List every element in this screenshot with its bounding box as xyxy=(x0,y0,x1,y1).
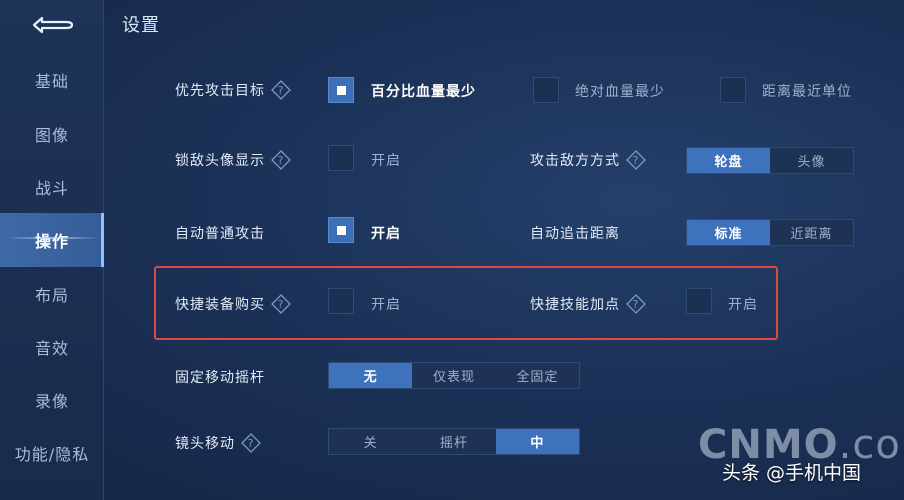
quick-buy-checkbox[interactable] xyxy=(328,288,354,314)
sidebar-item-image[interactable]: 图像 xyxy=(0,107,104,161)
sidebar-item-combat[interactable]: 战斗 xyxy=(0,160,104,214)
help-icon[interactable]: ? xyxy=(626,294,646,314)
quick-skill-checkbox[interactable] xyxy=(686,288,712,314)
fixed-joystick-text: 固定移动摇杆 xyxy=(175,370,265,386)
auto-chase-text: 自动追击距离 xyxy=(530,226,620,242)
quick-buy-option: 开启 xyxy=(371,297,401,313)
svg-text:?: ? xyxy=(248,437,255,450)
camera-move-mid-option[interactable]: 中 xyxy=(495,429,579,454)
attack-mode-label: 攻击敌方方式 ? xyxy=(530,150,646,170)
auto-chase-close-option[interactable]: 近距离 xyxy=(770,220,853,245)
page-title: 设置 xyxy=(122,15,160,36)
fixed-joystick-label: 固定移动摇杆 xyxy=(175,367,265,387)
auto-chase-segmented: 标准 近距离 xyxy=(686,219,854,246)
lock-portrait-text: 锁敌头像显示 xyxy=(175,153,265,169)
svg-text:?: ? xyxy=(633,154,640,167)
attack-mode-portrait-option[interactable]: 头像 xyxy=(770,148,853,173)
fixed-joystick-visual-option[interactable]: 仅表现 xyxy=(412,363,495,388)
auto-chase-label: 自动追击距离 xyxy=(530,223,620,243)
priority-target-text: 优先攻击目标 xyxy=(175,83,265,99)
percent-hp-checkbox[interactable] xyxy=(328,77,354,103)
sidebar-item-sound[interactable]: 音效 xyxy=(0,320,104,374)
nearest-unit-label: 距离最近单位 xyxy=(762,84,852,100)
back-button[interactable] xyxy=(22,10,82,40)
lock-portrait-checkbox[interactable] xyxy=(328,145,354,171)
sidebar-item-layout[interactable]: 布局 xyxy=(0,267,104,321)
camera-move-text: 镜头移动 xyxy=(175,436,235,452)
quick-skill-option: 开启 xyxy=(728,297,758,313)
quick-buy-label: 快捷装备购买 ? xyxy=(175,294,291,314)
camera-move-segmented: 关 摇杆 中 xyxy=(328,428,580,455)
camera-move-label: 镜头移动 ? xyxy=(175,433,261,453)
auto-attack-option: 开启 xyxy=(371,226,401,242)
auto-attack-checkbox[interactable] xyxy=(328,217,354,243)
fixed-joystick-segmented: 无 仅表现 全固定 xyxy=(328,362,580,389)
back-arrow-icon xyxy=(32,16,74,34)
help-icon[interactable]: ? xyxy=(271,80,291,100)
camera-move-joystick-option[interactable]: 摇杆 xyxy=(412,429,495,454)
sidebar-item-replay[interactable]: 录像 xyxy=(0,373,104,427)
attack-mode-segmented: 轮盘 头像 xyxy=(686,147,854,174)
toutiao-watermark: 头条 @手机中国 xyxy=(722,462,862,484)
svg-text:?: ? xyxy=(278,298,285,311)
lock-portrait-option: 开启 xyxy=(371,153,401,169)
absolute-hp-label: 绝对血量最少 xyxy=(575,84,665,100)
svg-text:?: ? xyxy=(633,298,640,311)
sidebar: 基础 图像 战斗 操作 布局 音效 录像 功能/隐私 xyxy=(0,0,104,500)
attack-mode-wheel-option[interactable]: 轮盘 xyxy=(687,148,770,173)
quick-skill-text: 快捷技能加点 xyxy=(530,297,620,313)
help-icon[interactable]: ? xyxy=(271,150,291,170)
help-icon[interactable]: ? xyxy=(626,150,646,170)
sidebar-item-privacy[interactable]: 功能/隐私 xyxy=(0,426,104,480)
quick-skill-label: 快捷技能加点 ? xyxy=(530,294,646,314)
auto-attack-label: 自动普通攻击 xyxy=(175,223,265,243)
auto-chase-standard-option[interactable]: 标准 xyxy=(687,220,770,245)
settings-screen: 基础 图像 战斗 操作 布局 音效 录像 功能/隐私 设置 优先攻击目标 ? 百… xyxy=(0,0,904,500)
sidebar-item-basic[interactable]: 基础 xyxy=(0,53,104,107)
camera-move-off-option[interactable]: 关 xyxy=(329,429,412,454)
nearest-unit-checkbox[interactable] xyxy=(720,77,746,103)
priority-target-label: 优先攻击目标 ? xyxy=(175,80,291,100)
fixed-joystick-full-option[interactable]: 全固定 xyxy=(496,363,579,388)
svg-text:?: ? xyxy=(278,154,285,167)
sidebar-item-controls[interactable]: 操作 xyxy=(0,213,104,267)
lock-portrait-label: 锁敌头像显示 ? xyxy=(175,150,291,170)
help-icon[interactable]: ? xyxy=(271,294,291,314)
attack-mode-text: 攻击敌方方式 xyxy=(530,153,620,169)
svg-text:?: ? xyxy=(278,84,285,97)
help-icon[interactable]: ? xyxy=(241,433,261,453)
percent-hp-label: 百分比血量最少 xyxy=(371,84,476,100)
absolute-hp-checkbox[interactable] xyxy=(533,77,559,103)
quick-buy-text: 快捷装备购买 xyxy=(175,297,265,313)
auto-attack-text: 自动普通攻击 xyxy=(175,226,265,242)
fixed-joystick-none-option[interactable]: 无 xyxy=(329,363,413,388)
